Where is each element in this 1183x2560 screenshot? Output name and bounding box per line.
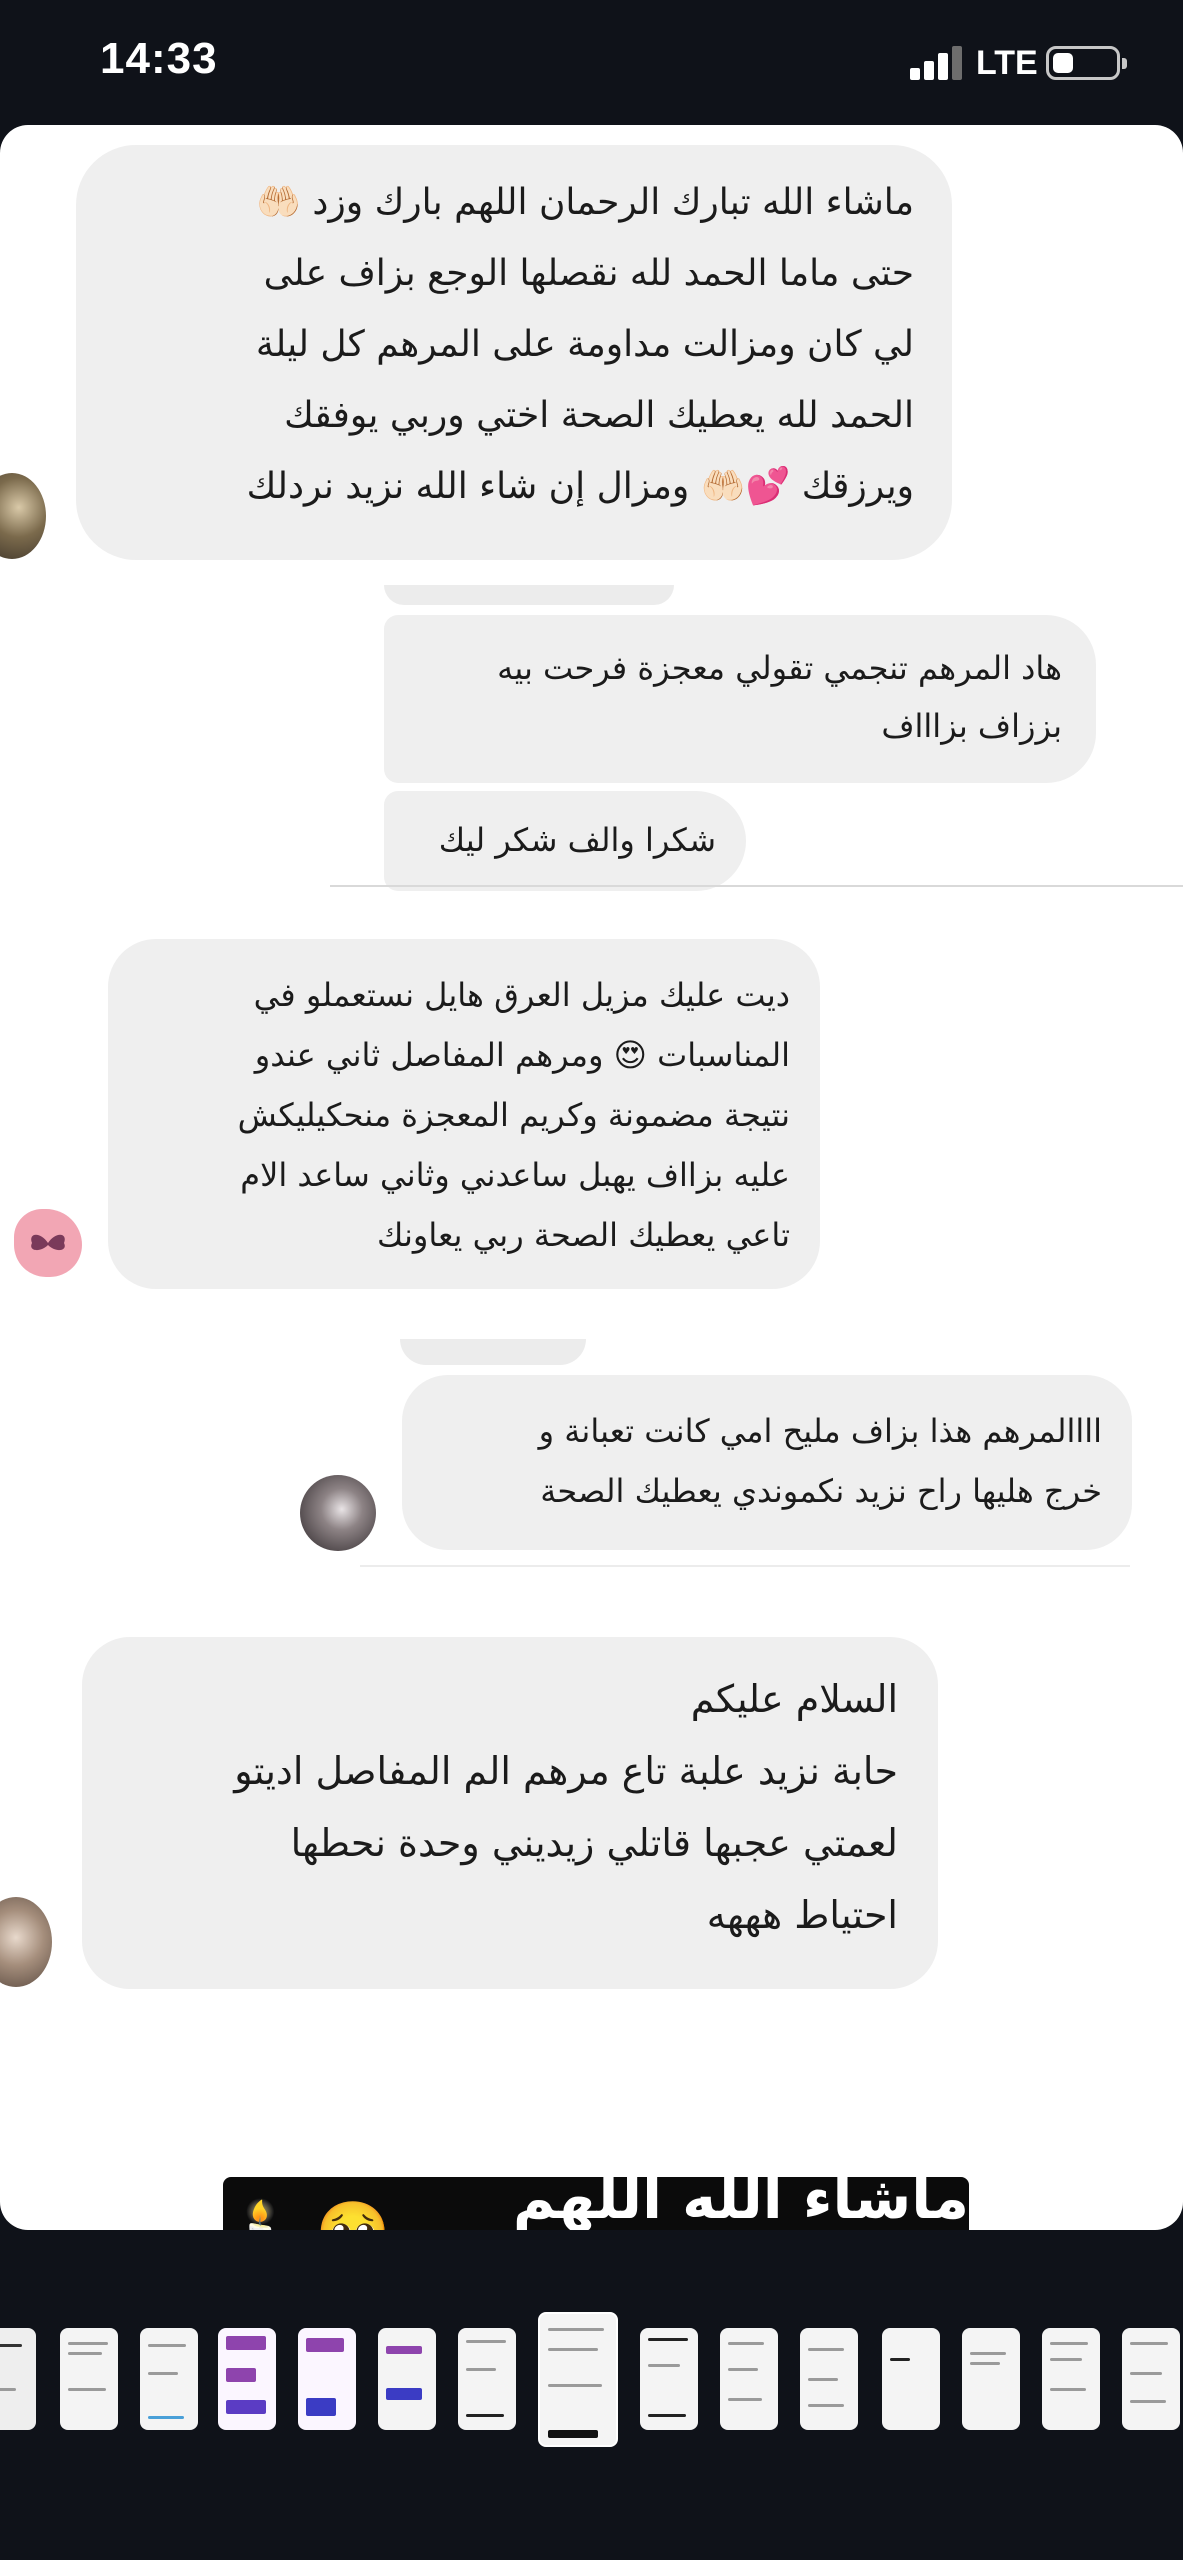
- story-thumbnail[interactable]: [962, 2328, 1020, 2430]
- message-line: حابة نزيد علبة تاع مرهم الم المفاصل اديت…: [234, 1749, 898, 1793]
- story-thumbnail[interactable]: [800, 2328, 858, 2430]
- message-line: لعمتي عجبها قاتلي زيديني وحدة نحطها: [290, 1821, 898, 1865]
- candle-icon: 🕯️: [223, 2197, 298, 2231]
- story-thumbnail[interactable]: [882, 2328, 940, 2430]
- message-line: ويرزقك 💕🤲🏻 ومزال إن شاء الله نزيد نردلك: [246, 466, 914, 507]
- story-thumbnail[interactable]: [140, 2328, 198, 2430]
- message-line: بززاف بزاااف: [881, 707, 1062, 745]
- status-time: 14:33: [100, 34, 218, 83]
- story-thumbnail[interactable]: [720, 2328, 778, 2430]
- message-line: هاد المرهم تنجمي تقولي معجزة فرحت بيه: [497, 649, 1062, 687]
- story-thumbnail-strip: [0, 2312, 1183, 2452]
- ghost-bubble: [400, 1339, 586, 1365]
- chat-bubble: شكرا والف شكر ليك: [384, 791, 746, 891]
- message-line: عليه بزااف يهبل ساعدني وثاني ساعد الام: [240, 1156, 790, 1194]
- story-thumbnail[interactable]: [1122, 2328, 1180, 2430]
- chat-bubble: هاد المرهم تنجمي تقولي معجزة فرحت بيه بز…: [384, 615, 1096, 783]
- chat-bubble: ماشاء الله تبارك الرحمان اللهم بارك وزد …: [76, 145, 952, 560]
- ghost-bubble: [384, 585, 674, 605]
- story-thumbnail[interactable]: [298, 2328, 356, 2430]
- chat-bubble: ديت عليك مزيل العرق هايل نستعملو في المن…: [108, 939, 820, 1289]
- message-line: نتيجة مضمونة وكريم المعجزة منحكيليكش: [237, 1096, 790, 1134]
- message-line: احتياط هههه: [706, 1893, 898, 1937]
- chat-bubble: اااالمرهم هذا بزاف مليح امي كانت تعبانة …: [402, 1375, 1132, 1550]
- battery-icon: [1046, 46, 1127, 80]
- avatar: [0, 473, 46, 559]
- story-thumbnail[interactable]: [218, 2328, 276, 2430]
- avatar: [300, 1475, 376, 1551]
- message-line: شكرا والف شكر ليك: [438, 821, 716, 859]
- pleading-face-icon: 🥺: [316, 2197, 391, 2231]
- status-bar: 14:33 LTE: [0, 0, 1183, 125]
- story-thumbnail[interactable]: [378, 2328, 436, 2430]
- message-line: الحمد لله يعطيك الصحة اختي وربي يوفقك: [284, 395, 914, 436]
- message-line: تاعي يعطيك الصحة ربي يعاونك: [377, 1216, 790, 1254]
- message-line: ماشاء الله تبارك الرحمان اللهم بارك وزد …: [256, 182, 914, 223]
- butterfly-icon: [31, 1234, 65, 1251]
- network-type: LTE: [976, 44, 1038, 82]
- story-thumbnail[interactable]: [640, 2328, 698, 2430]
- avatar: [14, 1209, 82, 1277]
- message-line: حتى ماما الحمد لله نقصلها الوجع بزاف على: [263, 253, 914, 294]
- message-line: المناسبات 😍 ومرهم المفاصل ثاني عندو: [254, 1036, 790, 1074]
- story-card[interactable]: ماشاء الله تبارك الرحمان اللهم بارك وزد …: [0, 125, 1183, 2230]
- story-thumbnail-active[interactable]: [538, 2312, 618, 2447]
- avatar: [0, 1897, 52, 1987]
- message-line: ديت عليك مزيل العرق هايل نستعملو في: [253, 976, 790, 1014]
- divider: [330, 885, 1183, 887]
- caption-text: ماشاء الله اللهم بارك: [512, 2164, 969, 2230]
- message-line: لي كان ومزالت مداومة على المرهم كل ليلة: [255, 324, 914, 365]
- divider: [360, 1565, 1130, 1567]
- story-thumbnail[interactable]: [458, 2328, 516, 2430]
- story-caption: ماشاء الله اللهم بارك 🥺 🕯️: [223, 2164, 969, 2231]
- message-line: اااالمرهم هذا بزاف مليح امي كانت تعبانة …: [538, 1412, 1102, 1450]
- message-line: السلام عليكم: [690, 1677, 898, 1721]
- story-thumbnail[interactable]: [60, 2328, 118, 2430]
- signal-bars-icon: [910, 44, 966, 80]
- message-line: خرج هليها راح نزيد نكموندي يعطيك الصحة: [540, 1472, 1102, 1510]
- story-thumbnail[interactable]: [0, 2328, 36, 2430]
- chat-bubble: السلام عليكم حابة نزيد علبة تاع مرهم الم…: [82, 1637, 938, 1989]
- story-thumbnail[interactable]: [1042, 2328, 1100, 2430]
